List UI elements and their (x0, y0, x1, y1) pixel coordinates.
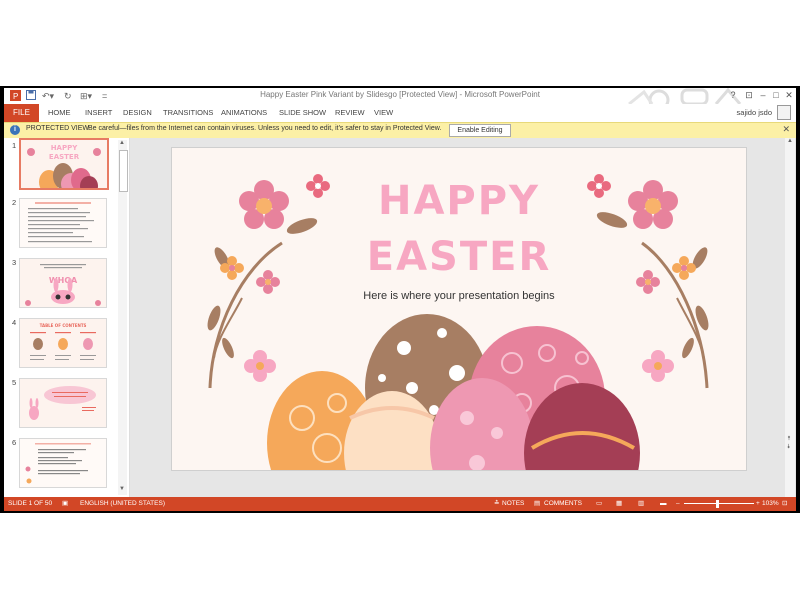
thumbnail-number: 1 (12, 141, 17, 150)
previous-slide-icon[interactable]: ⯭ (787, 436, 791, 443)
close-icon[interactable]: ✕ (782, 124, 790, 135)
user-name[interactable]: sajido jsdo (737, 104, 772, 122)
thumbnails-scrollbar[interactable]: ▲ ▼ (118, 140, 128, 495)
scroll-up-icon[interactable]: ▲ (119, 140, 125, 146)
slide-thumbnails-pane[interactable]: 1 2 3 4 5 6 HAPPY EASTER WHOA TABLE OF C… (4, 138, 130, 497)
tab-home[interactable]: HOME (48, 104, 71, 122)
slide-show-icon[interactable]: ▬ (660, 497, 667, 511)
thumb-title: EASTER (49, 153, 80, 161)
thumbnail-number: 2 (12, 198, 17, 207)
slide-editing-area[interactable]: HAPPY EASTER Here is where your presenta… (130, 138, 796, 497)
zoom-level[interactable]: 103% (762, 497, 779, 511)
reading-view-icon[interactable]: ▥ (638, 497, 644, 511)
next-slide-icon[interactable]: ⯯ (787, 444, 791, 451)
slide-title[interactable]: EASTER (172, 234, 746, 280)
help-icon[interactable]: ? (726, 89, 740, 101)
protected-view-message: Be careful—files from the Internet can c… (88, 125, 442, 132)
slide-scrollbar[interactable]: ▲ ⯭ ⯯ (785, 138, 795, 497)
scroll-down-icon[interactable]: ▼ (119, 486, 125, 492)
zoom-slider-knob[interactable] (716, 500, 719, 508)
comments-button[interactable]: COMMENTS (544, 497, 582, 511)
powerpoint-window: P ↶▾ ↻ ⊞▾ = Happy Easter Pink Variant by… (4, 88, 796, 511)
current-slide[interactable]: HAPPY EASTER Here is where your presenta… (171, 147, 747, 471)
protected-view-title: PROTECTED VIEW (26, 125, 90, 132)
language-status[interactable]: ENGLISH (UNITED STATES) (80, 497, 165, 511)
shield-icon: i (10, 125, 20, 135)
slide-thumbnail-5[interactable] (19, 378, 107, 428)
thumbnail-number: 4 (12, 318, 17, 327)
enable-editing-button[interactable]: Enable Editing (449, 124, 511, 137)
spellcheck-icon[interactable]: ▣ (62, 497, 68, 511)
tab-insert[interactable]: INSERT (85, 104, 112, 122)
title-bar: P ↶▾ ↻ ⊞▾ = Happy Easter Pink Variant by… (4, 88, 796, 104)
tab-view[interactable]: VIEW (374, 104, 393, 122)
notes-icon[interactable]: ≛ (494, 497, 499, 511)
tab-transitions[interactable]: TRANSITIONS (163, 104, 213, 122)
slide-thumbnail-3[interactable]: WHOA (19, 258, 107, 308)
minimize-icon[interactable]: – (756, 89, 770, 101)
thumb-title: HAPPY (51, 144, 79, 152)
thumbnail-number: 5 (12, 378, 17, 387)
slide-thumbnail-2[interactable] (19, 198, 107, 248)
slide-thumbnail-1[interactable]: HAPPY EASTER (19, 138, 109, 190)
avatar[interactable] (777, 105, 791, 120)
fit-slide-icon[interactable]: ⊡ (782, 497, 787, 511)
thumb-title: TABLE OF CONTENTS (40, 323, 87, 328)
tab-animations[interactable]: ANIMATIONS (221, 104, 267, 122)
thumb-word: WHOA (49, 276, 78, 285)
tab-slide-show[interactable]: SLIDE SHOW (279, 104, 326, 122)
maximize-icon[interactable]: □ (769, 89, 783, 101)
comments-icon[interactable]: ▤ (534, 497, 540, 511)
slide-subtitle[interactable]: Here is where your presentation begins (172, 290, 746, 302)
zoom-out-icon[interactable]: – (676, 497, 680, 511)
thumbnail-number: 3 (12, 258, 17, 267)
status-bar: SLIDE 1 OF 50 ▣ ENGLISH (UNITED STATES) … (4, 497, 796, 511)
easter-eggs-icon (267, 314, 640, 470)
tab-review[interactable]: REVIEW (335, 104, 365, 122)
zoom-slider[interactable] (684, 503, 754, 504)
normal-view-icon[interactable]: ▭ (596, 497, 602, 511)
scrollbar-thumb[interactable] (119, 150, 128, 192)
close-icon[interactable]: ✕ (782, 89, 796, 101)
ribbon-tabs: HOME INSERT DESIGN TRANSITIONS ANIMATION… (4, 104, 796, 122)
thumbnail-number: 6 (12, 438, 17, 447)
protected-view-bar: i PROTECTED VIEW Be careful—files from t… (4, 122, 796, 139)
slide-title[interactable]: HAPPY (172, 178, 746, 224)
slide-count: SLIDE 1 OF 50 (8, 500, 53, 507)
notes-button[interactable]: NOTES (502, 497, 524, 511)
slide-thumbnail-6[interactable] (19, 438, 107, 488)
slide-thumbnail-4[interactable]: TABLE OF CONTENTS (19, 318, 107, 368)
tab-file[interactable]: FILE (4, 104, 39, 122)
zoom-in-icon[interactable]: + (756, 497, 760, 511)
slide-sorter-icon[interactable]: ▦ (616, 497, 622, 511)
scroll-up-icon[interactable]: ▲ (787, 138, 793, 144)
ribbon-display-options-icon[interactable]: ⊡ (742, 89, 756, 101)
tab-design[interactable]: DESIGN (123, 104, 152, 122)
